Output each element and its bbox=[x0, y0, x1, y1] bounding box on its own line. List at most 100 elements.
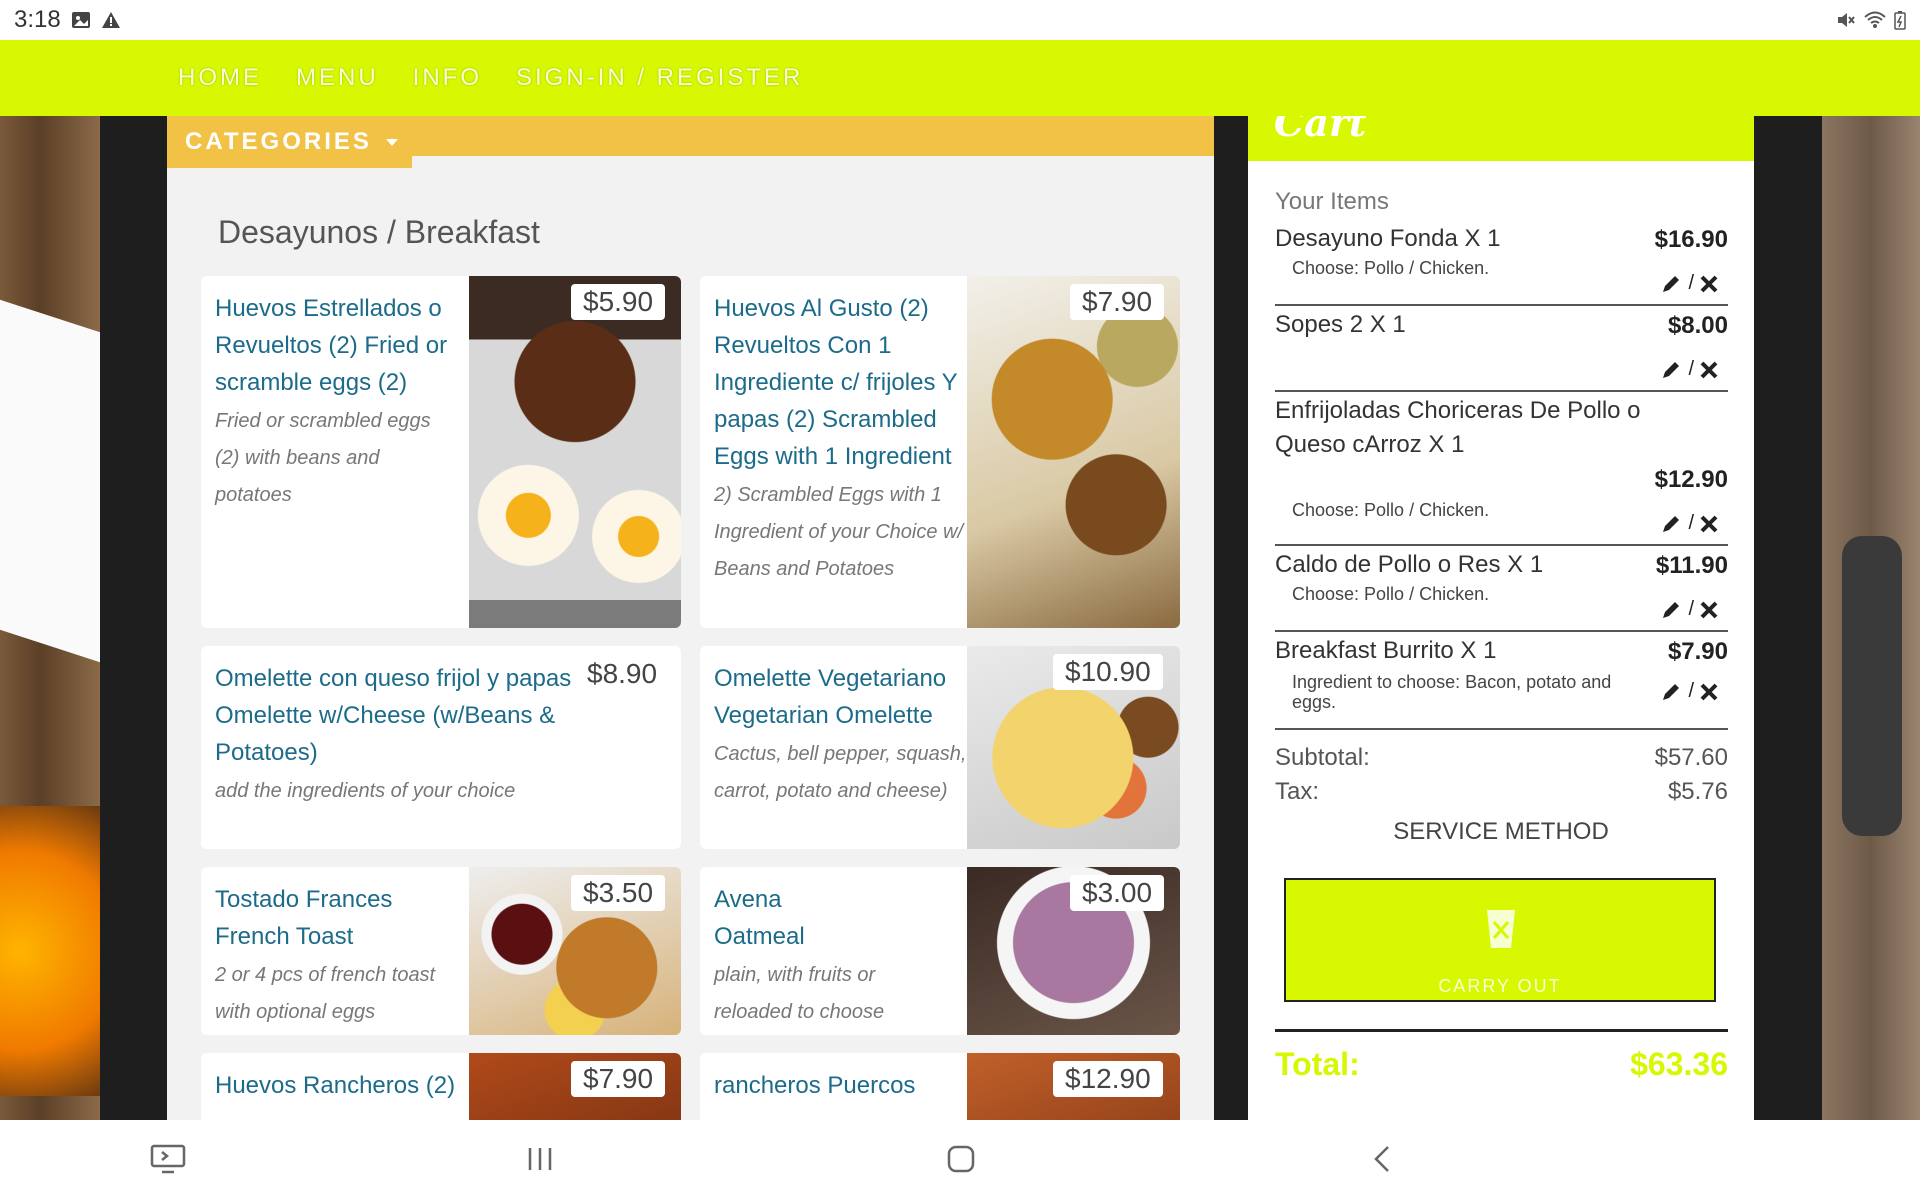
tax-label: Tax: bbox=[1275, 778, 1320, 805]
status-bar: 3:18 bbox=[0, 0, 1920, 40]
menu-item-card[interactable]: Huevos Rancheros (2) $7.90 bbox=[201, 1053, 681, 1120]
nav-menu[interactable]: MENU bbox=[296, 64, 379, 92]
menu-item-card[interactable]: Avena Oatmeal plain, with fruits or relo… bbox=[700, 867, 1180, 1035]
cart-item-price: $7.90 bbox=[1667, 638, 1728, 665]
cart-item-note: Choose: Pollo / Chicken. bbox=[1292, 500, 1490, 520]
nav-info[interactable]: INFO bbox=[413, 64, 482, 92]
tax-row: Tax: $5.76 bbox=[1275, 778, 1728, 806]
system-nav-bar bbox=[0, 1120, 1920, 1200]
menu-item-name[interactable]: Tostado Frances French Toast bbox=[215, 881, 395, 955]
cart-item-note: Choose: Pollo / Chicken. bbox=[1292, 258, 1490, 278]
cart-item-price: $8.00 bbox=[1667, 312, 1728, 339]
menu-item-name[interactable]: Omelette con queso frijol y papas Omelet… bbox=[215, 660, 585, 771]
battery-icon bbox=[1894, 11, 1906, 30]
subtotal-row: Subtotal: $57.60 bbox=[1275, 744, 1728, 772]
menu-item-description: add the ingredients of your choice bbox=[215, 780, 516, 802]
your-items-label: Your Items bbox=[1275, 188, 1389, 215]
carry-out-button[interactable]: CARRY OUT bbox=[1284, 878, 1716, 1002]
remove-x-icon[interactable] bbox=[1700, 601, 1718, 619]
edit-pencil-icon[interactable] bbox=[1660, 359, 1682, 381]
edit-pencil-icon[interactable] bbox=[1660, 273, 1682, 295]
remove-x-icon[interactable] bbox=[1700, 275, 1718, 293]
cart-panel: Cart Your Items Desayuno Fonda X 1 $16.9… bbox=[1248, 116, 1754, 1120]
categories-dropdown[interactable]: CATEGORIES bbox=[167, 116, 412, 168]
total-divider bbox=[1275, 1029, 1728, 1032]
cart-item: Breakfast Burrito X 1 $7.90 Ingredient t… bbox=[1275, 632, 1728, 730]
menu-item-description: 2) Scrambled Eggs with 1 Ingredient of y… bbox=[714, 484, 964, 580]
remove-x-icon[interactable] bbox=[1700, 515, 1718, 533]
remove-x-icon[interactable] bbox=[1700, 683, 1718, 701]
menu-item-price: $12.90 bbox=[1053, 1061, 1163, 1097]
edit-pencil-icon[interactable] bbox=[1660, 599, 1682, 621]
nav-home[interactable]: HOME bbox=[178, 64, 262, 92]
cart-item: Desayuno Fonda X 1 $16.90 Choose: Pollo … bbox=[1275, 220, 1728, 306]
cart-item: Enfrijoladas Choriceras De Pollo o Queso… bbox=[1275, 392, 1728, 546]
total-row: Total: $63.36 bbox=[1275, 1046, 1728, 1083]
warning-icon bbox=[101, 12, 120, 28]
menu-item-name[interactable]: Avena Oatmeal bbox=[714, 881, 834, 955]
menu-item-name[interactable]: Huevos Al Gusto (2) Revueltos Con 1 Ingr… bbox=[714, 290, 974, 475]
screen-keyboard-icon[interactable] bbox=[150, 1144, 186, 1174]
menu-item-name[interactable]: Huevos Rancheros (2) bbox=[215, 1067, 465, 1104]
menu-item-card[interactable]: Omelette con queso frijol y papas Omelet… bbox=[201, 646, 681, 849]
menu-item-image[interactable] bbox=[469, 276, 681, 628]
caret-down-icon bbox=[385, 138, 398, 146]
cart-item-note: Choose: Pollo / Chicken. bbox=[1292, 584, 1490, 604]
background-panel bbox=[1214, 116, 1248, 1120]
cart-item-name: Breakfast Burrito X 1 bbox=[1275, 637, 1497, 664]
menu-item-card[interactable]: Tostado Frances French Toast 2 or 4 pcs … bbox=[201, 867, 681, 1035]
cart-item: Sopes 2 X 1 $8.00 / bbox=[1275, 306, 1728, 392]
menu-item-name[interactable]: Huevos Estrellados o Revueltos (2) Fried… bbox=[215, 290, 485, 401]
edit-pencil-icon[interactable] bbox=[1660, 681, 1682, 703]
menu-item-card[interactable]: Huevos Al Gusto (2) Revueltos Con 1 Ingr… bbox=[700, 276, 1180, 628]
cart-item-price: $11.90 bbox=[1655, 552, 1728, 579]
menu-item-card[interactable]: rancheros Puercos $12.90 bbox=[700, 1053, 1180, 1120]
cart-item-name: Sopes 2 X 1 bbox=[1275, 311, 1406, 338]
subtotal-value: $57.60 bbox=[1654, 744, 1728, 771]
background-photo-right bbox=[1822, 116, 1920, 1120]
background-photo-left bbox=[0, 116, 100, 1120]
background-panel bbox=[1754, 116, 1822, 1120]
action-separator: / bbox=[1688, 598, 1694, 620]
menu-item-description: Fried or scrambled eggs (2) with beans a… bbox=[215, 410, 431, 506]
recent-apps-icon[interactable] bbox=[526, 1146, 554, 1172]
cart-header: Cart bbox=[1248, 116, 1754, 161]
menu-item-description: plain, with fruits or reloaded to choose bbox=[714, 964, 885, 1023]
menu-item-price: $10.90 bbox=[1053, 654, 1163, 690]
edit-pencil-icon[interactable] bbox=[1660, 513, 1682, 535]
image-notification-icon bbox=[71, 12, 90, 28]
menu-item-description: Cactus, bell pepper, squash, carrot, pot… bbox=[714, 743, 967, 802]
top-nav: HOME MENU INFO SIGN-IN / REGISTER bbox=[0, 40, 1920, 116]
cart-item-price: $12.90 bbox=[1654, 466, 1728, 493]
tax-value: $5.76 bbox=[1667, 778, 1728, 805]
cart-item-price: $16.90 bbox=[1654, 226, 1728, 253]
carry-out-label: CARRY OUT bbox=[1438, 976, 1562, 996]
cart-item-name: Enfrijoladas Choriceras De Pollo o Queso… bbox=[1275, 397, 1641, 458]
total-label: Total: bbox=[1275, 1046, 1360, 1082]
nav-sign-in-register[interactable]: SIGN-IN / REGISTER bbox=[516, 64, 803, 92]
action-separator: / bbox=[1688, 272, 1694, 294]
menu-item-card[interactable]: Huevos Estrellados o Revueltos (2) Fried… bbox=[201, 276, 681, 628]
wifi-icon bbox=[1864, 11, 1886, 28]
menu-item-price: $7.90 bbox=[1070, 284, 1165, 320]
action-separator: / bbox=[1688, 358, 1694, 380]
menu-item-price: $3.00 bbox=[1070, 875, 1165, 911]
menu-item-card[interactable]: Omelette Vegetariano Vegetarian Omelette… bbox=[700, 646, 1180, 849]
menu-panel: CATEGORIES Desayunos / Breakfast Huevos … bbox=[167, 116, 1214, 1120]
menu-item-name[interactable]: rancheros Puercos bbox=[714, 1067, 964, 1104]
menu-item-name[interactable]: Omelette Vegetariano Vegetarian Omelette bbox=[714, 660, 969, 734]
menu-item-description: 2 or 4 pcs of french toast with optional… bbox=[215, 964, 436, 1023]
menu-item-image[interactable] bbox=[967, 276, 1180, 628]
categories-label: CATEGORIES bbox=[185, 128, 372, 155]
back-icon[interactable] bbox=[1370, 1144, 1394, 1174]
action-separator: / bbox=[1688, 680, 1694, 702]
menu-item-price: $5.90 bbox=[571, 284, 666, 320]
remove-x-icon[interactable] bbox=[1700, 361, 1718, 379]
status-time: 3:18 bbox=[14, 6, 61, 33]
service-method-label: SERVICE METHOD bbox=[1393, 818, 1609, 845]
cart-item-name: Desayuno Fonda X 1 bbox=[1275, 225, 1501, 252]
home-icon[interactable] bbox=[946, 1144, 976, 1174]
takeout-cup-icon bbox=[1487, 910, 1515, 948]
cart-item-note: Ingredient to choose: Bacon, potato and … bbox=[1292, 672, 1612, 712]
mute-icon bbox=[1838, 13, 1855, 27]
